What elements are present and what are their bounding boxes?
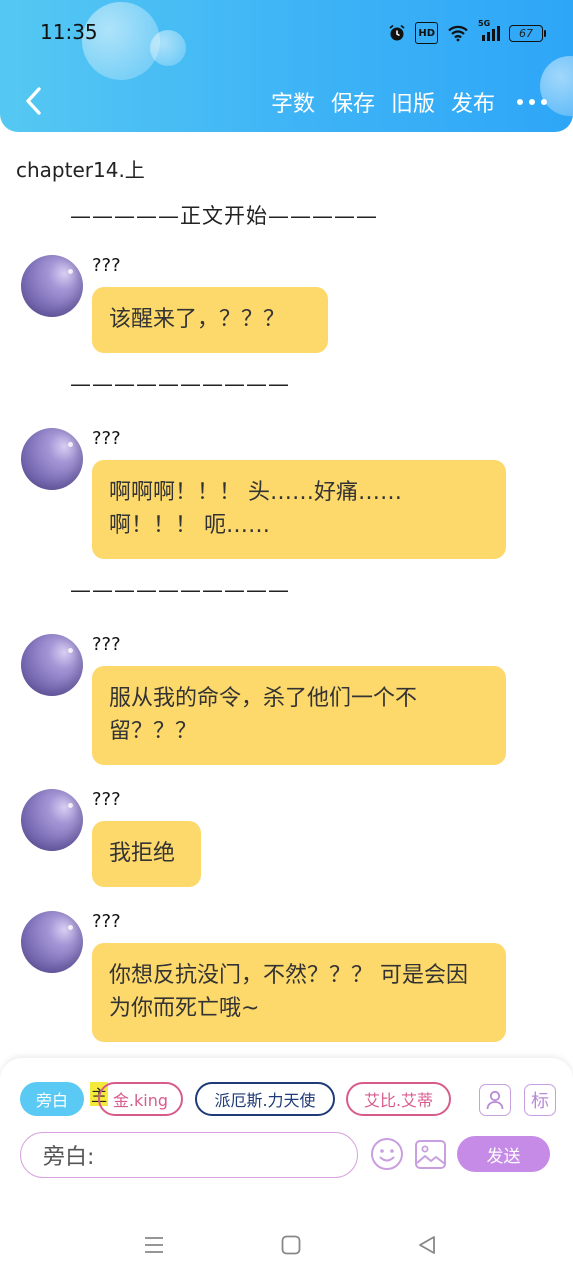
header-actions: 字数 保存 旧版 发布 xyxy=(255,86,547,118)
role-chip-pyas[interactable]: 派厄斯.力天使 xyxy=(195,1082,335,1116)
speaker-name: ??? xyxy=(92,634,121,655)
status-time: 11:35 xyxy=(40,20,98,44)
more-dots-icon xyxy=(517,99,523,105)
separator-line: —————————— xyxy=(70,372,290,396)
person-icon xyxy=(486,1090,504,1110)
message-bubble[interactable]: 我拒绝 xyxy=(92,821,201,887)
back-button[interactable] xyxy=(18,84,48,118)
role-chip-king[interactable]: 金.king xyxy=(98,1082,183,1116)
back-triangle-icon xyxy=(419,1236,435,1254)
text-start-marker: —————正文开始————— xyxy=(70,204,378,228)
avatar[interactable] xyxy=(21,634,83,696)
publish-button[interactable]: 发布 xyxy=(451,86,495,118)
speaker-name: ??? xyxy=(92,911,121,932)
home-square-icon xyxy=(281,1235,301,1255)
chapter-title: chapter14.上 xyxy=(16,158,145,182)
battery-icon: 67 xyxy=(509,24,546,42)
alarm-icon xyxy=(388,23,406,43)
old-version-button[interactable]: 旧版 xyxy=(391,86,435,118)
send-button[interactable]: 发送 xyxy=(457,1136,550,1172)
message-bubble[interactable]: 你想反抗没门，不然？？？ 可是会因为你而死亡哦~ xyxy=(92,943,506,1042)
word-count-button[interactable]: 字数 xyxy=(271,86,315,118)
back-nav-button[interactable] xyxy=(412,1230,442,1260)
image-icon xyxy=(415,1140,446,1169)
speaker-name: ??? xyxy=(92,428,121,449)
chevron-left-icon xyxy=(26,87,41,115)
more-button[interactable] xyxy=(517,99,547,105)
avatar[interactable] xyxy=(21,911,83,973)
message-input[interactable]: 旁白: xyxy=(20,1132,358,1178)
hd-icon: HD xyxy=(415,22,438,44)
avatar[interactable] xyxy=(21,789,83,851)
avatar[interactable] xyxy=(21,255,83,317)
home-nav-button[interactable] xyxy=(276,1230,306,1260)
avatar[interactable] xyxy=(21,428,83,490)
role-chip-narration[interactable]: 旁白 xyxy=(20,1082,84,1116)
status-icons: HD 5G 67 xyxy=(388,19,546,44)
separator-line: —————————— xyxy=(70,578,290,602)
role-manage-button[interactable] xyxy=(479,1084,511,1116)
speaker-name: ??? xyxy=(92,789,121,810)
image-button[interactable] xyxy=(414,1138,447,1171)
emoji-button[interactable] xyxy=(370,1137,404,1171)
top-header: 11:35 HD 5G 67 字数 保存 旧版 发布 xyxy=(0,0,573,132)
5g-signal-icon: 5G xyxy=(478,19,500,43)
smiley-icon xyxy=(371,1138,403,1170)
role-chip-abby[interactable]: 艾比.艾蒂 xyxy=(346,1082,451,1116)
speaker-name: ??? xyxy=(92,255,121,276)
network-label: 5G xyxy=(478,19,491,28)
tag-button[interactable]: 标 xyxy=(524,1084,556,1116)
message-bubble[interactable]: 该醒来了，？？？ xyxy=(92,287,328,353)
message-bubble[interactable]: 啊啊啊！！！ 头……好痛…… 啊！！！ 呃…… xyxy=(92,460,506,559)
wifi-icon xyxy=(447,23,469,43)
header-decoration-bubble-small xyxy=(150,30,186,66)
menu-icon xyxy=(145,1237,163,1253)
message-bubble[interactable]: 服从我的命令，杀了他们一个不留？？？ xyxy=(92,666,506,765)
menu-nav-button[interactable] xyxy=(139,1230,169,1260)
save-button[interactable]: 保存 xyxy=(331,86,375,118)
